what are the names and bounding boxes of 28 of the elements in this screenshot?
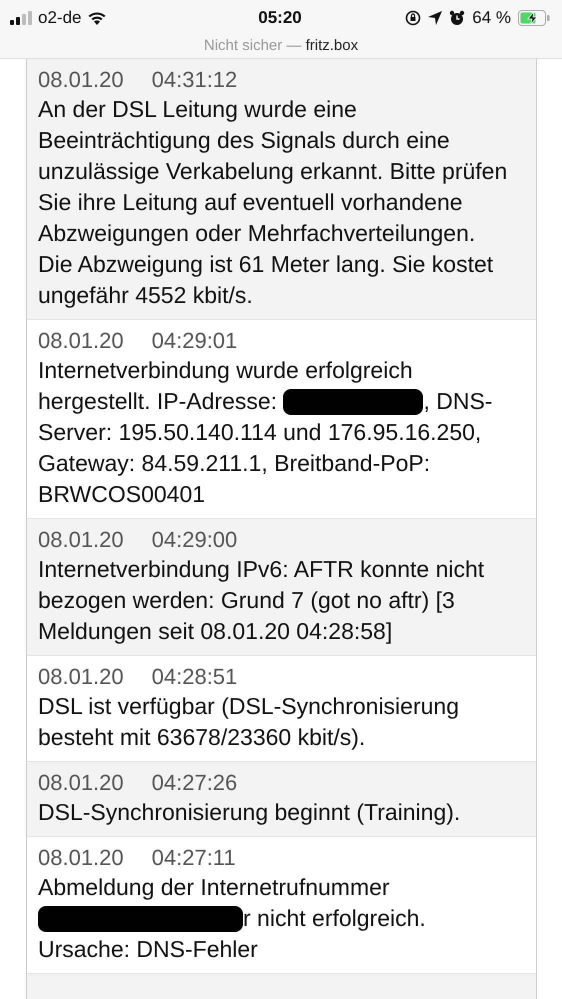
alarm-clock-icon: [449, 10, 466, 26]
entry-date: 08.01.20: [38, 844, 124, 872]
entry-date: 08.01.20: [38, 327, 124, 355]
entry-message: DSL-Synchronisierung beginnt (Training).: [38, 798, 462, 827]
entry-time: 04:29:00: [152, 526, 238, 554]
entry-time: 04:27:11: [152, 844, 236, 872]
battery-icon: [518, 10, 550, 26]
entry-date: 08.01.20: [38, 526, 124, 554]
entry-date: 08.01.20: [38, 663, 124, 691]
entry-message: DSL ist verfügbar (DSL-Synchronisierung besteht mit 63678/23360 kbit/s).: [38, 692, 460, 752]
entry-date: 08.01.20: [38, 769, 124, 797]
carrier-name: o2-de: [38, 8, 82, 28]
entry-message: Abmeldung der Internetrufnummer r nicht erfolgreich. Ursache: DNS-Fehler: [38, 873, 427, 964]
battery-percentage: 64 %: [472, 8, 511, 28]
entry-time: 04:27:26: [152, 769, 238, 797]
entry-message: Internetverbindung wurde erfolgreich hergestellt. IP-Adresse: , DNS-Server: 195.50.140.114 und 176.95.16.250, Gateway: 84.59.211.1, Breitband-PoP: BRWCOS00401: [38, 356, 494, 509]
signal-icon: [10, 11, 32, 25]
entry-message: Internetverbindung IPv6: AFTR konnte nicht bezogen werden: Grund 7 (got no aftr) [3 Meldungen seit 08.01.20 04:28:58]: [38, 555, 486, 646]
entry-date: 08.01.20: [38, 66, 124, 94]
entry-time: 04:31:12: [152, 66, 238, 94]
entry-message: An der DSL Leitung wurde eine Beeinträchtigung des Signals durch eine unzulässige Verkabelung erkannt. Bitte prüfen Sie ihre Leitung auf eventuell vorhandene Abzweigungen oder Mehrfachverteilungen. Die Abzweigung ist 61 Meter lang. Sie kostet ungefähr 4552 kbit/s.: [38, 95, 508, 310]
rotation-lock-icon: [405, 10, 422, 26]
wifi-icon: [87, 11, 108, 25]
entry-time: 04:29:01: [152, 327, 238, 355]
clock: 05:20: [258, 8, 302, 28]
address-bar[interactable]: Nicht sicher — fritz.box: [0, 37, 562, 54]
entry-time: 04:28:51: [152, 663, 238, 691]
location-arrow-icon: [428, 11, 442, 25]
